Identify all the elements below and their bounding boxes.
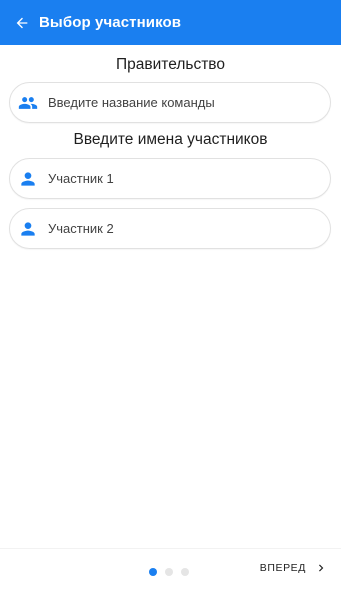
back-button[interactable] (12, 13, 32, 33)
page-dot-2 (165, 568, 173, 576)
person-icon (18, 169, 38, 189)
bottom-navigation: ВПЕРЕД (0, 548, 341, 592)
page-dot-3 (181, 568, 189, 576)
participants-section-title: Введите имена участников (73, 131, 268, 148)
page-indicator (149, 568, 189, 576)
arrow-left-icon (16, 17, 28, 28)
team-name-field[interactable] (9, 82, 331, 123)
app-bar: Выбор участников (0, 0, 341, 45)
participant-2-field[interactable] (9, 208, 331, 249)
team-name-input[interactable] (48, 83, 330, 122)
team-section-title: Правительство (116, 56, 225, 73)
chevron-right-icon (314, 561, 328, 575)
page-dot-1 (149, 568, 157, 576)
next-button[interactable]: ВПЕРЕД (260, 561, 328, 575)
next-button-label: ВПЕРЕД (259, 562, 306, 574)
person-icon (18, 219, 38, 239)
participant-2-input[interactable] (48, 209, 330, 248)
people-icon (18, 93, 38, 113)
participant-1-input[interactable] (48, 159, 330, 198)
page-title: Выбор участников (39, 14, 182, 31)
participant-1-field[interactable] (9, 158, 331, 199)
